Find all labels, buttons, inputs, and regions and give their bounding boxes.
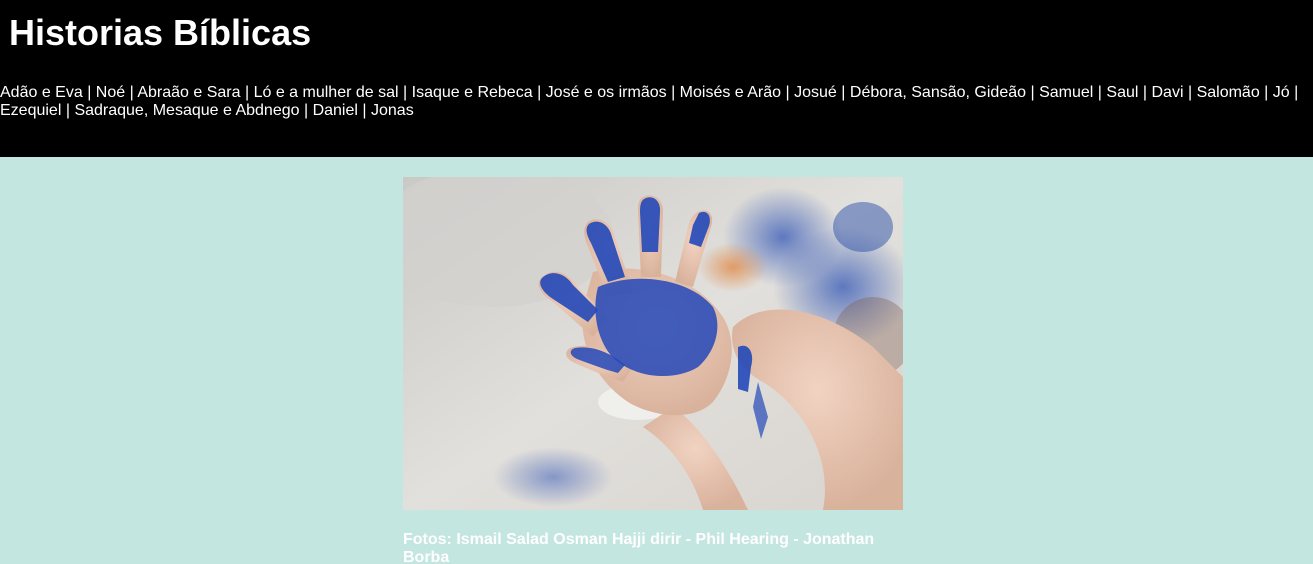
nav-link-adao-e-eva[interactable]: Adão e Eva [0, 84, 83, 101]
nav-separator: | [841, 84, 850, 101]
main-content: Fotos: Ismail Salad Osman Hajji dirir - … [0, 157, 1313, 564]
nav-link-abraao-e-sara[interactable]: Abraão e Sara [137, 84, 240, 101]
nav-separator: | [671, 84, 680, 101]
nav-link-samuel[interactable]: Samuel [1039, 84, 1093, 101]
nav-link-debora-sansao-gideao[interactable]: Débora, Sansão, Gideão [850, 84, 1026, 101]
nav-separator: | [537, 84, 546, 101]
site-header: Historias Bíblicas Adão e Eva | Noé | Ab… [0, 0, 1313, 157]
nav-link-jose[interactable]: José e os irmãos [546, 84, 667, 101]
nav-link-davi[interactable]: Davi [1151, 84, 1183, 101]
nav-link-ezequiel[interactable]: Ezequiel [0, 102, 61, 119]
nav-link-sadraque-mesaque-abdnego[interactable]: Sadraque, Mesaque e Abdnego [74, 102, 299, 119]
nav-separator: | [1030, 84, 1040, 101]
nav-separator: | [87, 84, 96, 101]
nav-separator: | [403, 84, 412, 101]
nav-separator: | [1187, 84, 1197, 101]
photo-credits: Fotos: Ismail Salad Osman Hajji dirir - … [403, 531, 875, 564]
child-painted-hand-photo [403, 177, 903, 510]
site-title: Historias Bíblicas [9, 12, 312, 53]
nav-separator: | [303, 102, 313, 119]
nav-link-josue[interactable]: Josué [794, 84, 837, 101]
nav-separator: | [1294, 84, 1299, 101]
nav-link-saul[interactable]: Saul [1106, 84, 1138, 101]
nav-link-daniel[interactable]: Daniel [313, 102, 358, 119]
nav-separator: | [1264, 84, 1273, 101]
nav-link-isaque-e-rebeca[interactable]: Isaque e Rebeca [412, 84, 533, 101]
nav-link-jonas[interactable]: Jonas [371, 102, 414, 119]
nav-link-moises-e-arao[interactable]: Moisés e Arão [680, 84, 781, 101]
nav-link-noe[interactable]: Noé [96, 84, 125, 101]
nav-link-jo[interactable]: Jó [1273, 84, 1290, 101]
nav-link-salomao[interactable]: Salomão [1197, 84, 1260, 101]
story-nav: Adão e Eva | Noé | Abraão e Sara | Ló e … [0, 84, 1306, 120]
nav-separator: | [244, 84, 254, 101]
nav-link-lo[interactable]: Ló e a mulher de sal [254, 84, 399, 101]
nav-separator: | [785, 84, 795, 101]
nav-separator: | [362, 102, 371, 119]
